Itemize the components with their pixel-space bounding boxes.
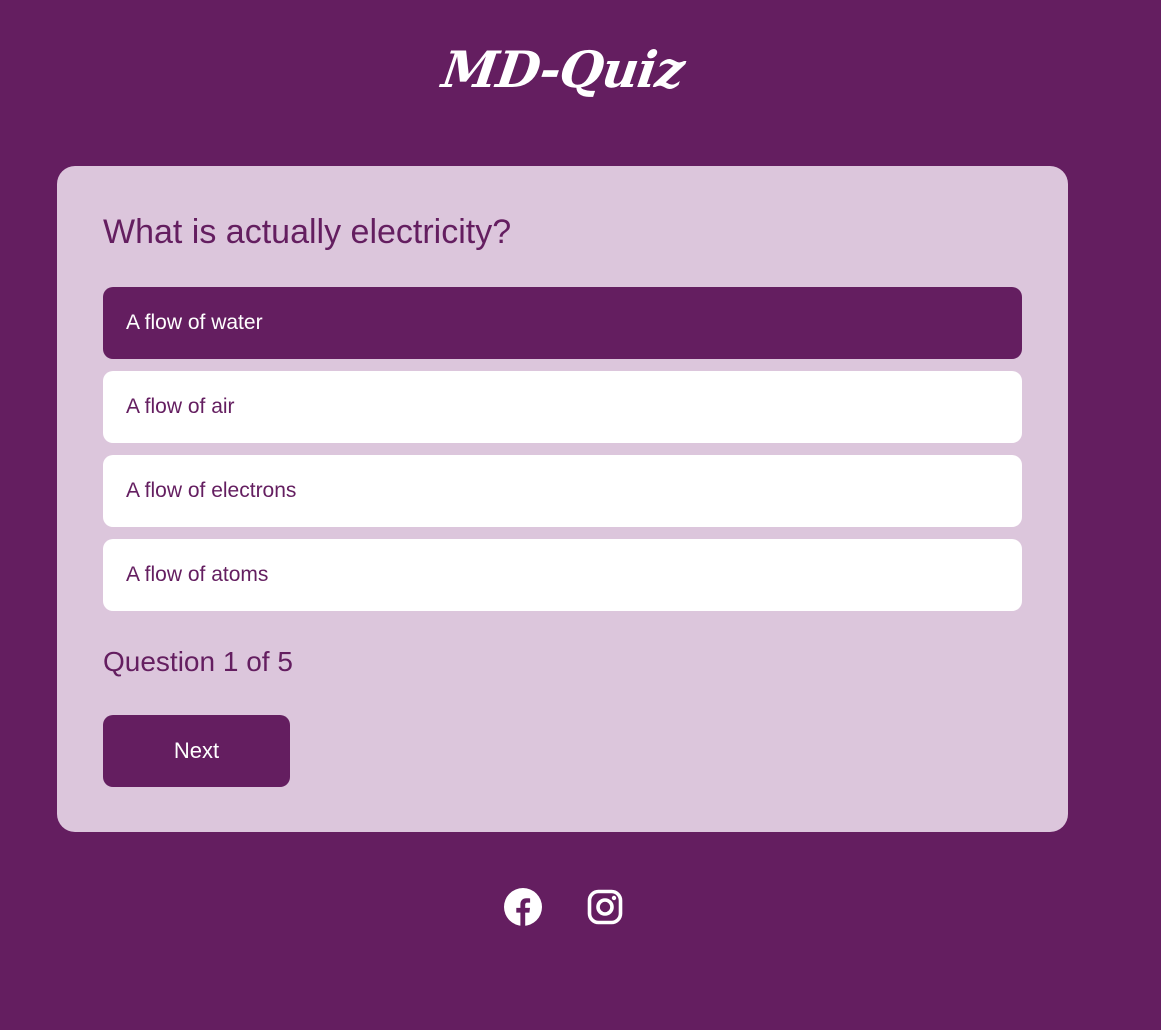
quiz-card: What is actually electricity? A flow of … [57,166,1068,832]
answer-option-3[interactable]: A flow of electrons [103,455,1022,527]
answer-option-1[interactable]: A flow of water [103,287,1022,359]
facebook-link[interactable] [504,888,542,926]
instagram-link[interactable] [586,888,624,926]
question-progress: Question 1 of 5 [103,646,293,677]
answer-option-2[interactable]: A flow of air [103,371,1022,443]
quiz-page: MD-Quiz What is actually electricity? A … [0,0,1161,1030]
question-text: What is actually electricity? [103,213,512,251]
answer-option-4[interactable]: A flow of atoms [103,539,1022,611]
social-links [504,888,624,926]
app-title: MD-Quiz [438,40,688,99]
next-button[interactable]: Next [103,715,290,787]
answer-list: A flow of water A flow of air A flow of … [103,287,1022,623]
instagram-icon [587,889,623,925]
facebook-icon [504,888,542,926]
